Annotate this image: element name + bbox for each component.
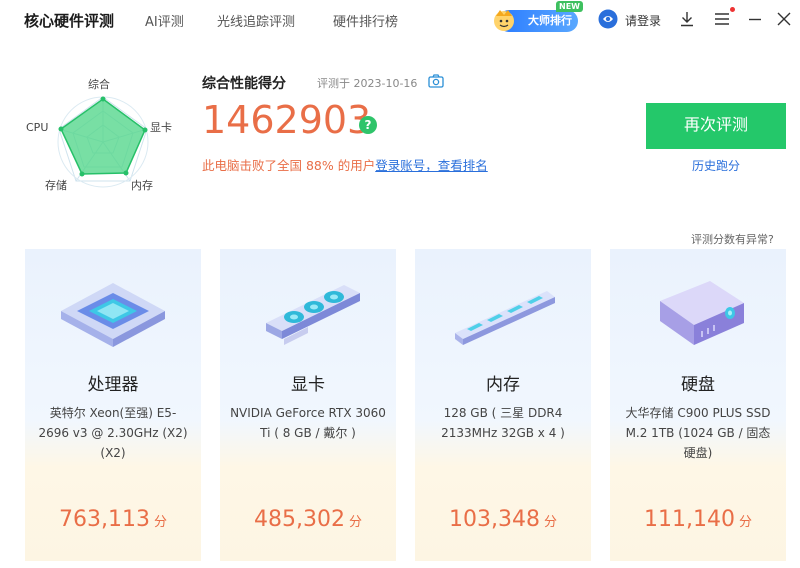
score-abnormal-link[interactable]: 评测分数有异常?	[691, 231, 774, 247]
card-score: 103,348 分	[415, 507, 591, 532]
help-icon[interactable]: ?	[359, 116, 377, 134]
card-score-unit: 分	[738, 515, 752, 530]
card-title: 处理器	[87, 375, 139, 395]
user-icon	[598, 9, 618, 29]
tab-hardware-ranking[interactable]: 硬件排行榜	[333, 11, 398, 30]
tab-ai-eval[interactable]: AI评测	[145, 11, 184, 30]
card-score-value: 103,348	[449, 507, 540, 532]
ssd-icon	[660, 281, 744, 345]
card-score: 763,113 分	[25, 507, 201, 532]
download-icon[interactable]	[678, 10, 696, 28]
radar-label-memory: 内存	[131, 178, 153, 192]
login-to-view-ranking-link[interactable]: 登录账号，查看排名	[375, 158, 488, 173]
gpu-card[interactable]: 显卡 NVIDIA GeForce RTX 3060 Ti ( 8 GB / 戴…	[220, 249, 396, 561]
total-score: 1462903	[202, 98, 372, 142]
master-avatar-icon	[494, 10, 514, 31]
card-score-unit: 分	[153, 515, 167, 530]
history-scores-link[interactable]: 历史跑分	[646, 157, 786, 174]
radar-label-gpu: 显卡	[150, 121, 172, 134]
card-title: 内存	[486, 375, 520, 395]
radar-score-area	[60, 98, 146, 175]
close-icon[interactable]	[775, 10, 793, 28]
card-description: 英特尔 Xeon(至强) E5-2696 v3 @ 2.30GHz (X2) (…	[38, 406, 188, 460]
minimize-icon[interactable]	[746, 10, 764, 28]
master-ranking-button[interactable]: 大师排行 NEW	[490, 1, 583, 32]
card-description: 大华存储 C900 PLUS SSD M.2 1TB (1024 GB / 固态…	[625, 406, 771, 460]
menu-icon[interactable]	[713, 10, 731, 28]
beat-text: 此电脑击败了全国 88% 的用户	[202, 158, 376, 173]
radar-label-storage: 存储	[45, 178, 67, 192]
radar-label-cpu: CPU	[26, 121, 48, 134]
card-score: 111,140 分	[610, 507, 786, 532]
new-tag: NEW	[556, 1, 583, 12]
performance-radar-chart: 综合 显卡 内存 存储 CPU	[26, 77, 172, 192]
evaluation-date: 评测于 2023-10-16	[317, 77, 418, 90]
disk-card[interactable]: 硬盘 大华存储 C900 PLUS SSD M.2 1TB (1024 GB /…	[610, 249, 786, 561]
radar-label-overall: 综合	[88, 77, 110, 91]
gpu-icon	[266, 285, 360, 345]
card-title: 显卡	[291, 375, 325, 395]
card-score-unit: 分	[348, 515, 362, 530]
card-score: 485,302 分	[220, 507, 396, 532]
overall-score-label: 综合性能得分	[202, 76, 286, 92]
title-bar: 核心硬件评测 AI评测 光线追踪评测 硬件排行榜 大师排行 NEW 请登录	[0, 0, 800, 40]
memory-card[interactable]: 内存 128 GB ( 三星 DDR4 2133MHz 32GB x 4 ) 1…	[415, 249, 591, 561]
card-description: 128 GB ( 三星 DDR4 2133MHz 32GB x 4 )	[441, 406, 565, 440]
app-title: 核心硬件评测	[24, 12, 115, 30]
login-label: 请登录	[625, 14, 662, 28]
ram-icon	[455, 291, 555, 345]
retest-button[interactable]: 再次评测	[646, 103, 786, 149]
card-score-unit: 分	[543, 515, 557, 530]
card-score-value: 485,302	[254, 507, 345, 532]
cpu-card[interactable]: 处理器 英特尔 Xeon(至强) E5-2696 v3 @ 2.30GHz (X…	[25, 249, 201, 561]
notification-dot	[730, 7, 735, 12]
card-score-value: 763,113	[59, 507, 150, 532]
tab-raytracing-eval[interactable]: 光线追踪评测	[217, 11, 295, 30]
card-description: NVIDIA GeForce RTX 3060 Ti ( 8 GB / 戴尔 )	[230, 406, 386, 440]
card-score-value: 111,140	[644, 507, 735, 532]
camera-icon[interactable]	[428, 74, 444, 88]
beat-percentage-text: 此电脑击败了全国 88% 的用户登录账号，查看排名	[202, 155, 488, 174]
card-title: 硬盘	[681, 375, 715, 395]
cpu-icon	[61, 283, 165, 347]
